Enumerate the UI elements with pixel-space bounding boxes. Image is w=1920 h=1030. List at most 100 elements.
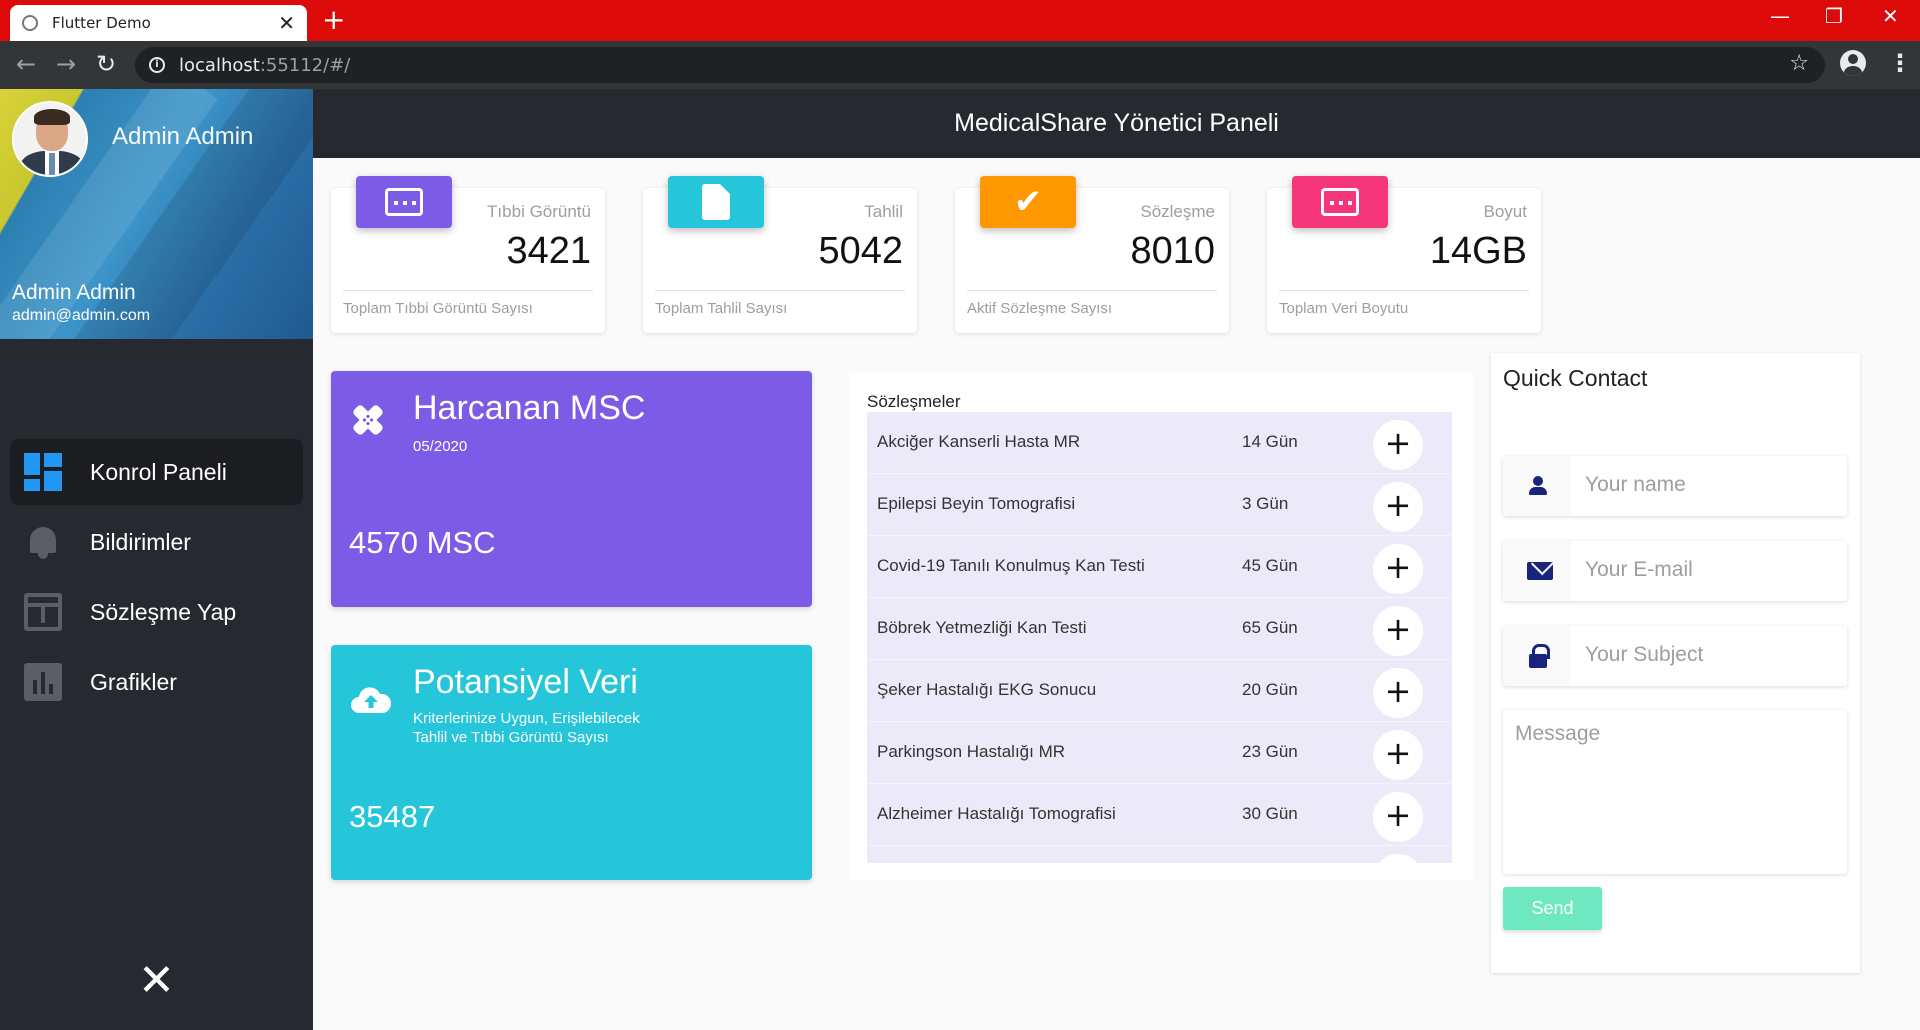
sidebar-item-dashboard[interactable]: Konrol Paneli <box>10 439 303 505</box>
send-button[interactable]: Send <box>1503 887 1602 930</box>
list-item: Böbrek Yetmezliği Kan Testi 65 Gün + <box>867 598 1452 660</box>
quick-contact-title: Quick Contact <box>1503 365 1648 391</box>
address-bar[interactable]: i localhost :55112/#/ ☆ <box>135 47 1825 83</box>
contract-name: Şeker Hastalığı EKG Sonucu <box>877 680 1097 699</box>
stat-card-images: Tıbbi Görüntü 3421 Toplam Tıbbi Görüntü … <box>331 176 605 333</box>
forward-icon[interactable]: → <box>56 50 76 78</box>
close-window-icon[interactable]: ✕ <box>1882 4 1899 28</box>
web-window-icon <box>385 188 423 216</box>
bookmark-star-icon[interactable]: ☆ <box>1789 51 1809 76</box>
contracts-panel: Sözleşmeler Akciğer Kanserli Hasta MR 14… <box>849 372 1473 880</box>
close-tab-icon[interactable]: ✕ <box>278 13 295 33</box>
email-placeholder: Your E-mail <box>1585 558 1693 581</box>
add-contract-button[interactable] <box>1373 854 1423 863</box>
sidebar-item-label: Grafikler <box>90 668 177 695</box>
contract-name: Böbrek Yetmezliği Kan Testi <box>877 618 1087 637</box>
minimize-icon[interactable]: — <box>1770 4 1790 28</box>
list-item: Şeker Hastalığı EKG Sonucu 20 Gün + <box>867 660 1452 722</box>
contracts-heading: Sözleşmeler <box>867 392 961 411</box>
sidebar-item-notifications[interactable]: Bildirimler <box>10 509 303 575</box>
stat-card-tests: Tahlil 5042 Toplam Tahlil Sayısı <box>643 176 917 333</box>
list-item: Akciğer Kanserli Hasta MR 14 Gün + <box>867 412 1452 474</box>
add-contract-button[interactable]: + <box>1373 420 1423 470</box>
contract-icon <box>24 593 62 631</box>
add-contract-button[interactable]: + <box>1373 792 1423 842</box>
name-field[interactable]: Your name <box>1503 456 1847 516</box>
contract-days: 3 Gün <box>1242 494 1289 513</box>
stat-value: 5042 <box>818 230 903 272</box>
sidebar-item-label: Bildirimler <box>90 528 191 555</box>
page-title: MedicalShare Yönetici Paneli <box>313 89 1920 158</box>
globe-icon <box>22 15 38 31</box>
stat-footer: Aktif Sözleşme Sayısı <box>967 300 1113 317</box>
browser-tab-bar: Flutter Demo ✕ + — ❐ ✕ <box>0 0 1920 41</box>
info-icon[interactable]: i <box>149 57 165 73</box>
stat-footer: Toplam Tıbbi Görüntü Sayısı <box>343 300 533 317</box>
sidebar-item-charts[interactable]: Grafikler <box>10 649 303 715</box>
stat-badge <box>668 176 764 228</box>
potential-data-subtitle-1: Kriterlerinize Uygun, Erişilebilecek <box>413 710 640 727</box>
add-contract-button[interactable]: + <box>1373 482 1423 532</box>
potential-data-value: 35487 <box>349 799 436 834</box>
subject-field[interactable]: Your Subject <box>1503 626 1847 686</box>
more-menu-icon[interactable]: ⋮ <box>1888 49 1912 77</box>
msc-card-subtitle: 05/2020 <box>413 438 468 455</box>
url-path: :55112/#/ <box>259 54 351 76</box>
tab-title: Flutter Demo <box>52 14 151 32</box>
stat-card-size: Boyut 14GB Toplam Veri Boyutu <box>1267 176 1541 333</box>
bar-chart-icon <box>24 663 62 701</box>
person-icon <box>1527 474 1549 498</box>
lock-icon <box>1527 644 1550 668</box>
dashboard-icon <box>24 453 62 491</box>
email-field[interactable]: Your E-mail <box>1503 541 1847 601</box>
bell-icon <box>24 523 62 561</box>
name-placeholder: Your name <box>1585 473 1686 496</box>
add-contract-button[interactable]: + <box>1373 730 1423 780</box>
stat-badge: ✔ <box>980 176 1076 228</box>
contract-name: Parkingson Hastalığı MR <box>877 742 1066 761</box>
avatar <box>12 101 88 177</box>
contract-days: 14 Gün <box>1242 432 1298 451</box>
url-host: localhost <box>179 54 260 76</box>
user-name: Admin Admin <box>12 281 136 304</box>
message-field[interactable]: Message <box>1503 710 1847 874</box>
stat-label: Tıbbi Görüntü <box>487 202 591 221</box>
contracts-list[interactable]: Akciğer Kanserli Hasta MR 14 Gün + Epile… <box>867 412 1452 863</box>
close-sidebar-icon[interactable]: ✕ <box>138 959 175 1003</box>
document-icon <box>702 184 730 220</box>
stat-value: 3421 <box>506 230 591 272</box>
add-contract-button[interactable]: + <box>1373 606 1423 656</box>
add-contract-button[interactable]: + <box>1373 544 1423 594</box>
stat-value: 14GB <box>1429 230 1527 272</box>
sidebar-header: Admin Admin Admin Admin admin@admin.com <box>0 89 313 339</box>
msc-card-value: 4570 MSC <box>349 525 496 560</box>
back-icon[interactable]: ← <box>16 50 36 78</box>
contract-days: 65 Gün <box>1242 618 1298 637</box>
msc-card-title: Harcanan MSC <box>413 389 646 427</box>
user-email: admin@admin.com <box>12 307 151 324</box>
contract-days: 30 Gün <box>1242 804 1298 823</box>
cloud-upload-icon <box>351 687 391 713</box>
reload-icon[interactable]: ↻ <box>96 50 116 78</box>
subject-placeholder: Your Subject <box>1585 643 1704 666</box>
browser-tab[interactable]: Flutter Demo ✕ <box>10 5 307 41</box>
stat-label: Sözleşme <box>1140 202 1215 221</box>
list-item: Covid-19 Tanılı Konulmuş Kan Testi 45 Gü… <box>867 536 1452 598</box>
stat-badge <box>356 176 452 228</box>
list-item-partial <box>867 846 1452 863</box>
new-tab-icon[interactable]: + <box>322 5 345 35</box>
contract-name: Akciğer Kanserli Hasta MR <box>877 432 1081 451</box>
stat-badge <box>1292 176 1388 228</box>
profile-icon[interactable] <box>1840 50 1866 76</box>
stat-value: 8010 <box>1130 230 1215 272</box>
contract-days: 23 Gün <box>1242 742 1298 761</box>
list-item: Alzheimer Hastalığı Tomografisi 30 Gün + <box>867 784 1452 846</box>
sidebar: Admin Admin Admin Admin admin@admin.com … <box>0 89 313 1030</box>
mail-icon <box>1527 562 1553 580</box>
add-contract-button[interactable]: + <box>1373 668 1423 718</box>
restore-icon[interactable]: ❐ <box>1825 4 1843 28</box>
stat-label: Boyut <box>1483 202 1527 221</box>
list-item: Epilepsi Beyin Tomografisi 3 Gün + <box>867 474 1452 536</box>
stat-label: Tahlil <box>864 202 903 221</box>
sidebar-item-contract[interactable]: Sözleşme Yap <box>10 579 303 645</box>
